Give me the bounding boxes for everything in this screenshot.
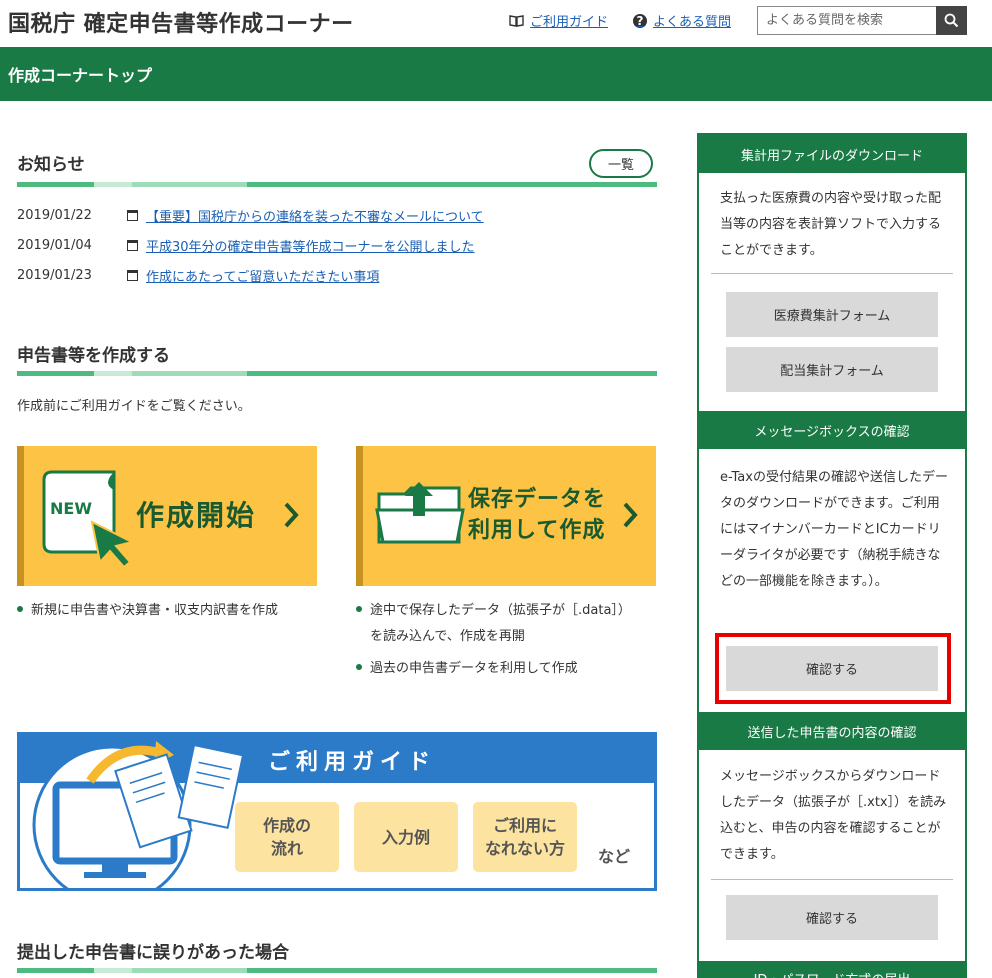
highlight-box [715,633,951,704]
new-badge: NEW [50,499,92,518]
error-section-title: 提出した申告書に誤りがあった場合 [17,943,289,963]
page-title: 作成コーナートップ [8,66,153,85]
site-title: 国税庁 確定申告書等作成コーナー [8,12,354,37]
usage-guide-banner[interactable]: ご利用ガイド 作成の 流れ 入力例 ご利用に なれない方 など [17,732,657,891]
news-date: 2019/01/04 [17,238,92,253]
start-bullet: 新規に申告書や決算書・収支内訳書を作成 [17,598,278,624]
page-title-bar: 作成コーナートップ [0,47,992,101]
search-icon [944,13,959,28]
messagebox-description: e-Taxの受付結果の確認や送信したデータのダウンロードができます。ご利用にはマ… [720,470,948,589]
sent-return-description: メッセージボックスからダウンロードしたデータ（拡張子が［.xtx］）を読み込むと… [720,769,947,862]
section-divider [17,968,657,973]
news-list-button[interactable]: 一覧 [589,149,653,178]
faq-link[interactable]: ? よくある質問 [633,11,731,30]
section-divider [17,182,657,187]
divider [711,273,953,274]
news-section-header: お知らせ [17,150,657,175]
medical-expense-form-button[interactable]: 医療費集計フォーム [726,292,938,337]
news-link[interactable]: 平成30年分の確定申告書等作成コーナーを公開しました [146,236,475,255]
news-item: 2019/01/04 平成30年分の確定申告書等作成コーナーを公開しました [17,236,475,255]
load-bullet: 途中で保存したデータ（拡張子が［.data］） [356,598,631,624]
load-saved-data-card[interactable]: 保存データを 利用して作成 [356,446,656,586]
guide-pill-flow[interactable]: 作成の 流れ [235,802,339,872]
load-label-line1: 保存データを [468,487,607,512]
load-saved-data-label[interactable]: 保存データを 利用して作成 [468,484,606,546]
guide-pill-examples[interactable]: 入力例 [354,802,458,872]
create-section-header: 申告書等を作成する [17,341,657,366]
load-bullet: 過去の申告書データを利用して作成 [356,656,578,682]
download-header: 集計用ファイルのダウンロード [699,135,965,173]
news-date: 2019/01/22 [17,208,92,223]
folder-upload-icon [375,482,465,544]
create-section-title: 申告書等を作成する [17,346,170,366]
site-header: 国税庁 確定申告書等作成コーナー ご利用ガイド ? よくある質問 [0,0,992,47]
sent-return-header: 送信した申告書の内容の確認 [699,712,965,750]
guide-link[interactable]: ご利用ガイド [509,11,608,30]
guide-banner-suffix: など [598,847,631,866]
question-icon: ? [633,13,647,28]
divider [711,879,953,880]
faq-link-label[interactable]: よくある質問 [653,11,731,30]
new-window-icon [127,240,138,251]
news-date: 2019/01/23 [17,268,92,283]
news-item: 2019/01/22 【重要】国税庁からの連絡を装った不審なメールについて [17,206,484,225]
section-divider [17,371,657,376]
dividend-form-button[interactable]: 配当集計フォーム [726,347,938,392]
id-password-header: ID・パスワード方式の届出 [699,961,965,978]
chevron-right-icon [284,502,299,528]
guide-banner-title: ご利用ガイド [268,750,437,775]
search-button[interactable] [936,6,967,35]
sidebar: 集計用ファイルのダウンロード 支払った医療費の内容や受け取った配当等の内容を表計… [697,133,967,978]
guide-link-label[interactable]: ご利用ガイド [530,11,608,30]
load-bullet-continuation: を読み込んで、作成を再開 [370,629,525,644]
download-description: 支払った医療費の内容や受け取った配当等の内容を表計算ソフトで入力することができま… [720,191,942,258]
load-label-line2: 利用して作成 [468,518,606,543]
chevron-right-icon [623,502,638,528]
error-section-header: 提出した申告書に誤りがあった場合 [17,938,657,963]
start-create-card[interactable]: NEW 作成開始 [17,446,317,586]
start-create-label[interactable]: 作成開始 [136,494,256,534]
new-document-cursor-icon: NEW [42,470,135,569]
sent-return-confirm-button[interactable]: 確認する [726,895,938,940]
messagebox-header: メッセージボックスの確認 [699,411,965,449]
guide-pill-ineligible[interactable]: ご利用に なれない方 [473,802,577,872]
news-item: 2019/01/23 作成にあたってご留意いただきたい事項 [17,266,379,285]
monitor-document-icon [32,741,243,888]
faq-search-input[interactable] [757,6,937,35]
new-window-icon [127,210,138,221]
new-window-icon [127,270,138,281]
news-title: お知らせ [17,155,85,175]
news-link[interactable]: 作成にあたってご留意いただきたい事項 [146,266,379,285]
book-icon [509,14,524,27]
create-intro: 作成前にご利用ガイドをご覧ください。 [17,399,251,414]
news-link[interactable]: 【重要】国税庁からの連絡を装った不審なメールについて [146,206,484,225]
